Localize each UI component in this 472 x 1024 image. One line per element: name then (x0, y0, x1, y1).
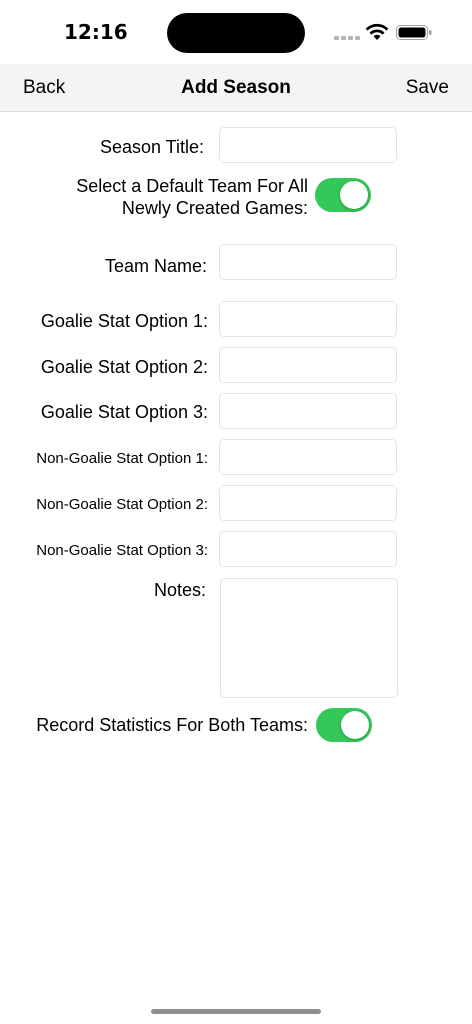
team-name-label: Team Name: (104, 256, 207, 276)
non-goalie-stat-1-input[interactable] (220, 440, 396, 474)
save-button[interactable]: Save (406, 77, 449, 99)
goalie-stat-2-label: Goalie Stat Option 2: (40, 357, 208, 377)
goalie-stat-1-field[interactable] (219, 301, 397, 337)
season-title-label: Season Title: (99, 137, 204, 157)
goalie-stat-2-input[interactable] (220, 348, 396, 382)
default-team-label-line1: Select a Default Team For All (76, 176, 308, 196)
toggle-knob (341, 711, 369, 739)
goalie-stat-3-field[interactable] (219, 393, 397, 429)
non-goalie-stat-1-field[interactable] (219, 439, 397, 475)
dynamic-island (167, 13, 305, 53)
goalie-stat-1-label: Goalie Stat Option 1: (40, 311, 208, 331)
notes-field[interactable] (220, 578, 398, 698)
season-title-field[interactable] (219, 127, 397, 163)
home-indicator[interactable] (151, 1009, 321, 1014)
non-goalie-stat-3-field[interactable] (219, 531, 397, 567)
notes-textarea[interactable] (221, 579, 397, 697)
non-goalie-stat-3-label: Non-Goalie Stat Option 3: (36, 542, 208, 559)
status-bar: 12:16 (0, 0, 472, 64)
team-name-input[interactable] (220, 245, 396, 279)
team-name-field[interactable] (219, 244, 397, 280)
season-title-input[interactable] (220, 128, 396, 162)
non-goalie-stat-2-input[interactable] (220, 486, 396, 520)
signal-icon (334, 34, 360, 40)
navigation-bar: Back Add Season Save (0, 64, 472, 112)
notes-label: Notes: (153, 580, 206, 600)
toggle-knob (340, 181, 368, 209)
both-teams-toggle[interactable] (316, 708, 372, 742)
goalie-stat-3-label: Goalie Stat Option 3: (40, 402, 208, 422)
default-team-label-line2: Newly Created Games: (121, 198, 308, 218)
goalie-stat-2-field[interactable] (219, 347, 397, 383)
non-goalie-stat-2-field[interactable] (219, 485, 397, 521)
page-title: Add Season (181, 77, 291, 98)
status-time: 12:16 (64, 20, 128, 44)
non-goalie-stat-2-label: Non-Goalie Stat Option 2: (36, 496, 208, 513)
goalie-stat-1-input[interactable] (220, 302, 396, 336)
wifi-icon (365, 23, 389, 40)
non-goalie-stat-1-label: Non-Goalie Stat Option 1: (36, 450, 208, 467)
battery-icon (396, 25, 432, 40)
non-goalie-stat-3-input[interactable] (220, 532, 396, 566)
both-teams-label: Record Statistics For Both Teams: (36, 715, 308, 735)
default-team-toggle[interactable] (315, 178, 371, 212)
goalie-stat-3-input[interactable] (220, 394, 396, 428)
